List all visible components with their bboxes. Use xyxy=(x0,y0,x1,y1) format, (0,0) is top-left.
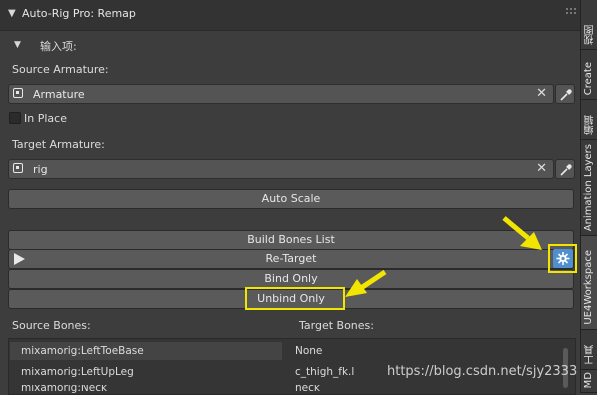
re-target-label: Re-Target xyxy=(265,252,317,265)
target-armature-label: Target Armature: xyxy=(12,138,105,151)
clear-target-close-icon[interactable]: ✕ xyxy=(536,161,547,176)
source-bone-cell: mixamorig:Neck xyxy=(21,385,108,393)
play-icon[interactable] xyxy=(13,253,25,265)
panel-header[interactable]: ▼ Auto-Rig Pro: Remap xyxy=(0,0,580,31)
source-armature-field[interactable]: Armature ✕ xyxy=(8,84,554,104)
section-collapse-icon[interactable]: ▼ xyxy=(14,40,21,50)
table-row[interactable]: mixamorig:Neck neck xyxy=(10,385,570,393)
target-armature-field[interactable]: rig ✕ xyxy=(8,159,554,179)
drag-grip-icon[interactable] xyxy=(566,8,576,20)
sidebar-tabs: 视图 Create 编辑 Animation Layers UE4Workspa… xyxy=(580,0,597,393)
tab-tools[interactable]: 工具 xyxy=(581,330,597,370)
in-place-label: In Place xyxy=(24,112,67,125)
in-place-checkbox[interactable] xyxy=(9,112,21,124)
section-label: 输入项: xyxy=(40,40,77,53)
target-bones-header: Target Bones: xyxy=(299,319,374,332)
watermark-text: https://blog.csdn.net/sjy2333 xyxy=(387,364,578,379)
tab-create[interactable]: Create xyxy=(581,50,597,100)
auto-scale-button[interactable]: Auto Scale xyxy=(8,189,574,209)
target-bone-cell: c_thigh_fk.l xyxy=(295,366,355,378)
object-data-icon xyxy=(13,163,23,173)
settings-button[interactable] xyxy=(553,249,573,268)
target-eyedropper-button[interactable] xyxy=(555,159,575,179)
build-bones-list-button[interactable]: Build Bones List xyxy=(8,230,574,250)
arrow-annotation xyxy=(345,269,387,297)
tab-edit[interactable]: 编辑 xyxy=(581,100,597,140)
tab-view[interactable]: 视图 xyxy=(581,0,597,50)
target-bone-cell: None xyxy=(295,345,323,357)
tab-ue4workspace[interactable]: UE4Workspace xyxy=(581,236,597,330)
collapse-triangle-icon[interactable]: ▼ xyxy=(8,8,16,19)
eyedropper-icon xyxy=(560,89,572,101)
arrow-annotation xyxy=(502,216,542,250)
tab-animation-layers[interactable]: Animation Layers xyxy=(581,140,597,236)
source-bones-header: Source Bones: xyxy=(12,319,91,332)
eyedropper-icon xyxy=(560,164,572,176)
re-target-button[interactable]: Re-Target xyxy=(8,249,574,269)
gear-icon xyxy=(556,252,570,265)
clear-source-close-icon[interactable]: ✕ xyxy=(536,86,547,101)
source-armature-label: Source Armature: xyxy=(12,63,109,76)
source-armature-value: Armature xyxy=(33,88,85,101)
object-data-icon xyxy=(13,88,23,98)
target-armature-value: rig xyxy=(33,163,48,176)
tab-md[interactable]: MD xyxy=(581,370,597,393)
unbind-only-highlight xyxy=(245,287,345,310)
source-bone-cell: mixamorig:LeftUpLeg xyxy=(21,366,134,378)
source-eyedropper-button[interactable] xyxy=(555,84,575,104)
source-bone-cell: mixamorig:LeftToeBase xyxy=(21,345,144,357)
target-bone-cell: neck xyxy=(295,385,320,393)
bind-only-button[interactable]: Bind Only xyxy=(8,269,574,289)
panel-title: Auto-Rig Pro: Remap xyxy=(22,7,136,20)
